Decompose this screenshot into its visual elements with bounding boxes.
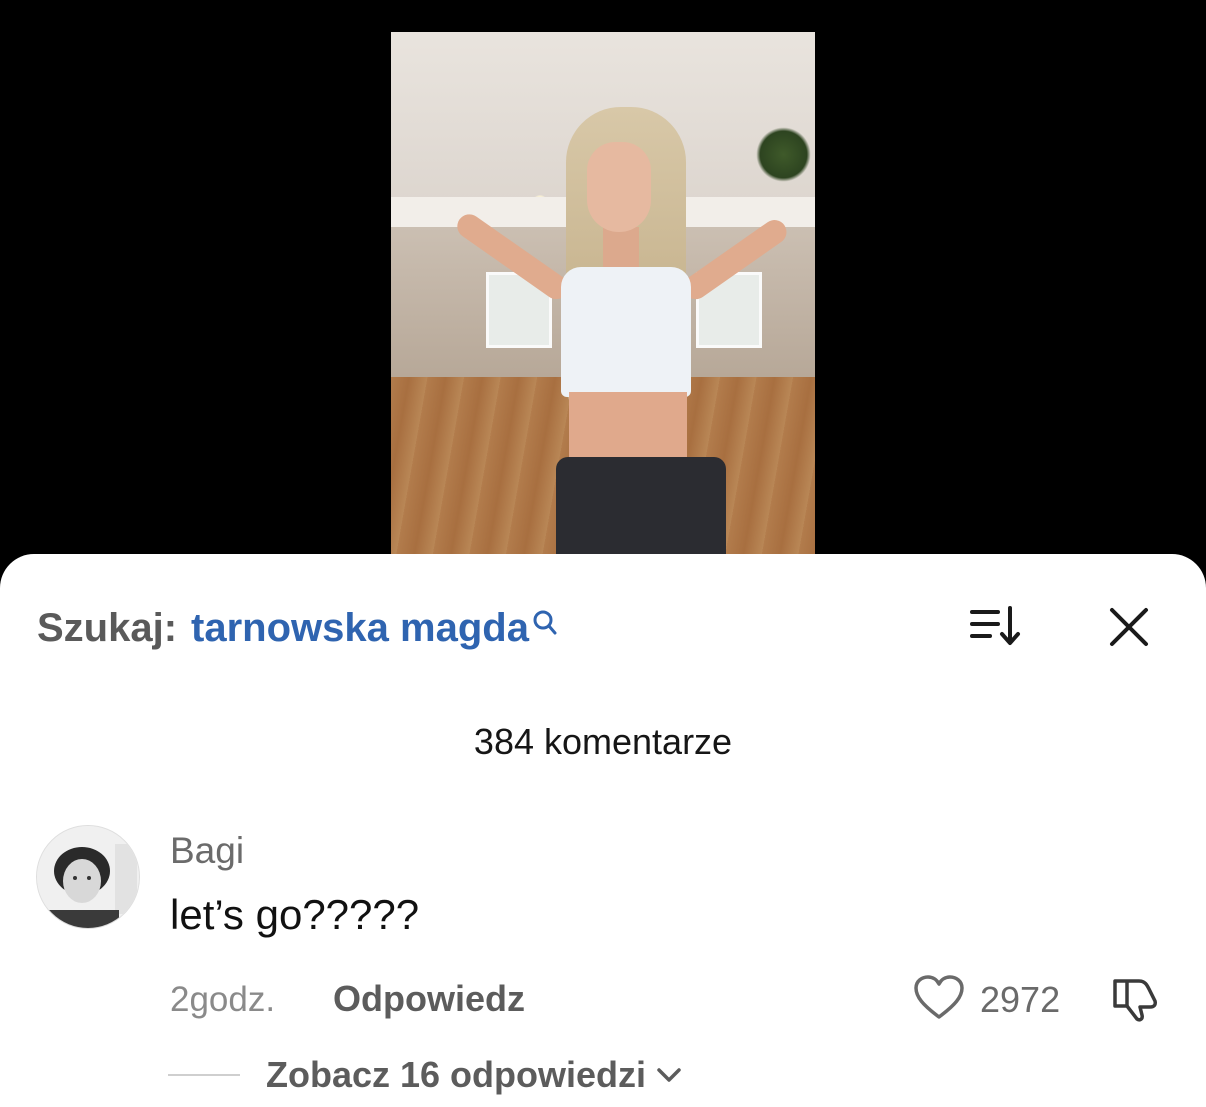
app-screen: Szukaj: tarnowska magda 384 komentarze B… <box>0 0 1206 1107</box>
comment-username[interactable]: Bagi <box>170 830 244 872</box>
heart-icon <box>913 974 965 1026</box>
person-arm <box>452 209 573 304</box>
avatar[interactable] <box>36 825 140 929</box>
sort-icon <box>968 604 1022 653</box>
person-arm <box>679 215 792 304</box>
video-person <box>391 32 815 562</box>
video-player[interactable] <box>391 32 815 562</box>
search-suggestion[interactable]: Szukaj: tarnowska magda <box>37 604 559 652</box>
thumbs-down-icon <box>1109 975 1159 1028</box>
comment-timestamp: 2godz. <box>170 980 276 1019</box>
dislike-button[interactable] <box>1108 976 1160 1026</box>
replies-divider <box>168 1074 240 1076</box>
sort-button[interactable] <box>966 604 1024 652</box>
close-icon <box>1108 606 1150 653</box>
search-query[interactable]: tarnowska magda <box>191 604 529 652</box>
close-button[interactable] <box>1104 604 1154 654</box>
chevron-down-icon <box>656 1065 682 1085</box>
view-replies-button[interactable]: Zobacz 16 odpowiedzi <box>168 1052 682 1098</box>
comment-text: let’s go????? <box>170 891 420 938</box>
search-label: Szukaj: <box>37 606 178 650</box>
search-icon <box>531 602 559 635</box>
person-top <box>561 267 691 397</box>
comments-count: 384 komentarze <box>473 721 733 762</box>
view-replies-label: Zobacz 16 odpowiedzi <box>266 1054 647 1095</box>
person-pants <box>556 457 726 562</box>
person-face <box>587 142 651 232</box>
like-button[interactable]: 2972 <box>913 974 1061 1026</box>
reply-button[interactable]: Odpowiedz <box>333 978 525 1020</box>
like-count: 2972 <box>980 979 1061 1020</box>
